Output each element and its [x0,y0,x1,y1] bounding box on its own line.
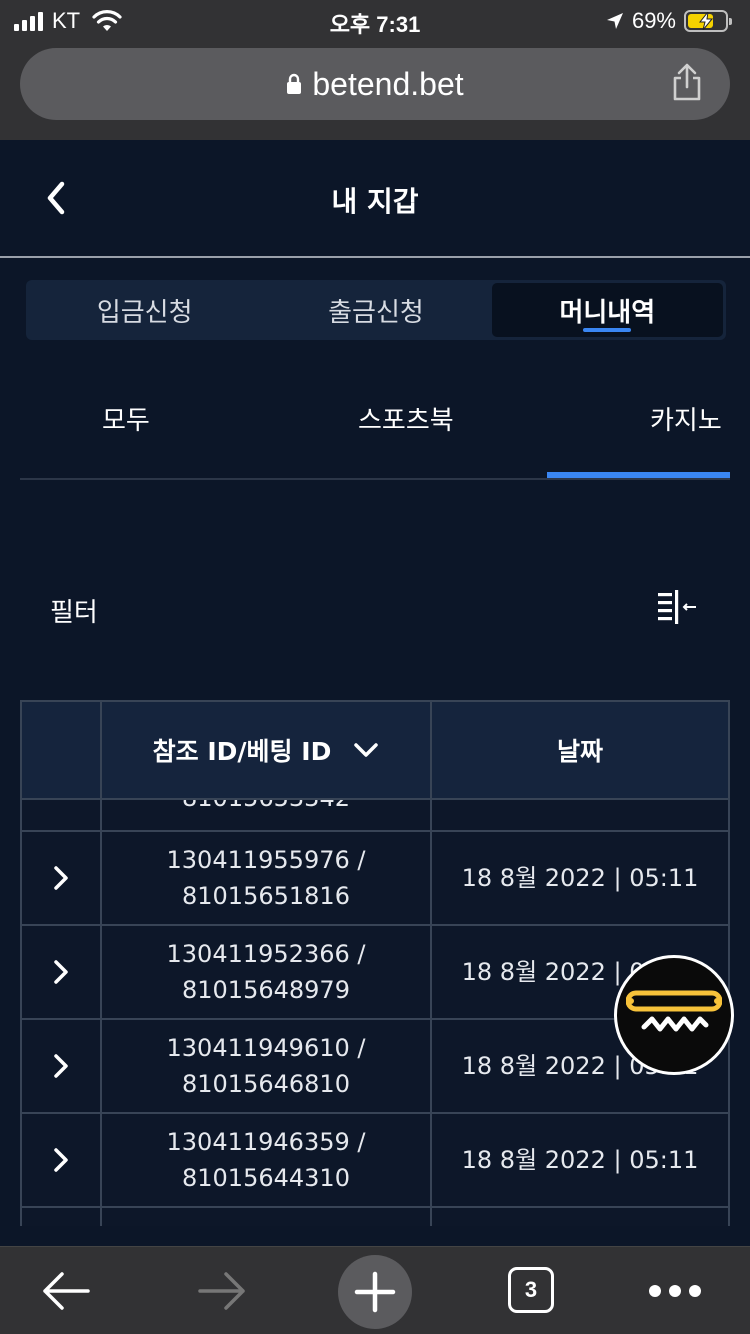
page-title: 내 지갑 [331,185,419,218]
ref-id: 130411955976 / [166,846,366,874]
ref-id-cell: 130411949610 / 81015646810 [102,1020,432,1112]
category-tabs: 모두 스포츠북 카지노 [20,380,730,480]
expand-cell [22,1208,102,1226]
status-right: 69% [606,8,732,34]
ref-id-cell: 130411952366 / 81015648979 [102,926,432,1018]
chevron-right-icon[interactable] [50,956,72,988]
tab-label: 입금신청 [96,297,193,328]
header-date: 날짜 [556,737,603,766]
date-cell: 18 8월 2022 | 05:11 [461,864,699,892]
transaction-table: 참조 ID/베팅 ID 날짜 81015653342 130411955976 … [20,700,730,1226]
address-bar[interactable]: betend.bet [20,48,730,120]
table-row: 81015653342 [22,800,728,832]
lock-icon [287,73,302,94]
bet-id: 81015646810 [182,1070,350,1098]
table-row: 130411955976 / 81015651816 18 8월 2022 | … [22,832,728,926]
ref-id: 130411946359 / [166,1128,366,1156]
wallet-tabs: 입금신청 출금신청 머니내역 [26,280,726,340]
tab-money-history[interactable]: 머니내역 [491,283,723,337]
table-row: 130411946359 / 81015644310 18 8월 2022 | … [22,1114,728,1208]
more-options-button[interactable] [640,1255,710,1327]
bet-id: 81015648979 [182,976,350,1004]
battery-percent: 69% [631,8,676,33]
header-ref-id[interactable]: 참조 ID/베팅 ID [102,702,432,798]
dot [649,1285,661,1297]
dot [689,1285,701,1297]
bet-id: 81015651816 [182,882,350,910]
battery-icon [684,10,732,32]
tab-casino[interactable]: 카지노 [650,400,722,437]
tab-deposit-request[interactable]: 입금신청 [29,283,260,337]
ref-id-cell: 130411946359 / 81015644310 [102,1114,432,1206]
page-header: 내 지갑 [0,140,750,258]
tab-label: 출금신청 [328,297,424,328]
ref-id-cell: 81015653342 [102,800,432,830]
active-category-indicator [547,472,730,478]
browser-back-button[interactable] [36,1255,96,1327]
browser-toolbar: 3 [0,1246,750,1334]
tab-withdraw-request[interactable]: 출금신청 [260,283,491,337]
browser-forward-button[interactable] [192,1255,252,1327]
header-expand-column [22,702,102,798]
chevron-down-icon[interactable] [353,742,379,758]
active-tab-indicator [583,328,632,332]
tab-sportsbook[interactable]: 스포츠북 [358,400,454,437]
bet-id: 81015653342 [182,800,350,816]
chevron-right-icon[interactable] [50,1050,72,1082]
status-bar: KT 오후 7:31 69% [0,0,750,40]
filter-label: 필터 [50,598,98,628]
ref-id: 130411949610 / [166,1034,366,1062]
chevron-right-icon[interactable] [50,1144,72,1176]
table-header: 참조 ID/베팅 ID 날짜 [22,700,728,800]
ref-id-cell [102,1208,432,1226]
plus-icon [354,1271,396,1313]
header-ref-id-label: 참조 ID/베팅 ID [152,737,332,766]
expand-cell [22,800,102,830]
tab-all[interactable]: 모두 [102,400,150,437]
table-row [22,1208,728,1226]
date-cell [432,800,728,830]
url-text: betend.bet [312,65,464,102]
battery-cap [729,18,732,25]
filter-panel-icon[interactable] [656,588,700,628]
share-icon[interactable] [672,62,702,102]
chevron-right-icon[interactable] [50,862,72,894]
bet-id: 81015644310 [182,1164,350,1192]
ref-id-cell: 130411955976 / 81015651816 [102,832,432,924]
date-cell: 18 8월 2022 | 05:11 [461,1146,699,1174]
browser-top-chrome: KT 오후 7:31 69% betend.bet [0,0,750,140]
new-tab-button[interactable] [338,1255,412,1329]
chat-logo-icon [626,990,722,1032]
date-cell [432,1208,728,1226]
chat-support-button[interactable] [614,955,734,1075]
arrow-left-icon [43,1272,90,1310]
tab-label: 머니내역 [559,297,656,328]
tab-switcher-button[interactable]: 3 [508,1267,554,1313]
expand-cell[interactable] [22,832,102,924]
ref-id: 130411952366 / [166,940,366,968]
dot [669,1285,681,1297]
charging-bolt-icon [698,12,714,30]
arrow-right-icon [198,1272,245,1310]
expand-cell[interactable] [22,1114,102,1206]
expand-cell[interactable] [22,926,102,1018]
location-arrow-icon [606,13,623,29]
expand-cell[interactable] [22,1020,102,1112]
